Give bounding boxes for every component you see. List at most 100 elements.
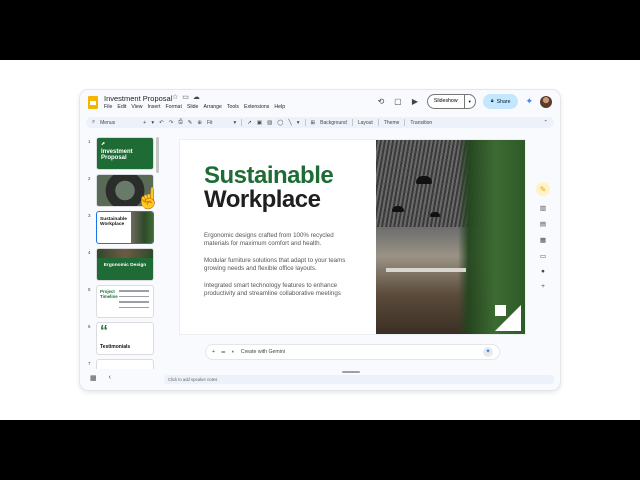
menu-edit[interactable]: Edit: [117, 104, 126, 110]
toolbar: ⌕ Menus + ▾ ↶ ↷ ⎙ ✎ ⊕ Fit ▾ ➚ ▣ ▨ ◯ ╲ ▾ …: [86, 117, 554, 128]
side-panel-icons: ✎ ▥ ▤ ▦ ▭ ● +: [536, 182, 550, 290]
background-button[interactable]: Background: [320, 120, 347, 126]
zoom-select[interactable]: Fit: [207, 120, 213, 126]
chevron-down-icon[interactable]: ▾: [465, 99, 475, 105]
comment-icon[interactable]: ▢: [393, 97, 403, 106]
menu-help[interactable]: Help: [274, 104, 285, 110]
gemini-input[interactable]: Create with Gemini: [241, 349, 285, 355]
print-icon[interactable]: ⎙: [178, 119, 182, 126]
hand-pointer-cursor-icon: ☝: [136, 188, 161, 210]
folder-move-icon[interactable]: ▭: [182, 93, 189, 101]
barcode-icon[interactable]: ▥: [540, 204, 546, 212]
office-photo[interactable]: [376, 140, 525, 334]
slide-number: 1: [88, 139, 91, 144]
gemini-brush-icon[interactable]: ✎: [536, 182, 550, 196]
tune-icon[interactable]: ⚌: [221, 349, 226, 355]
theme-button[interactable]: Theme: [384, 120, 400, 126]
document-title[interactable]: Investment Proposal: [104, 94, 172, 103]
zoom-dropdown-icon[interactable]: ▾: [234, 120, 237, 126]
thumb-title: Testimonials: [100, 344, 131, 350]
add-icon[interactable]: +: [541, 283, 545, 290]
layers-icon[interactable]: ▤: [540, 220, 546, 228]
image-icon[interactable]: ▨: [267, 120, 272, 126]
slide-canvas[interactable]: Sustainable Workplace Ergonomic designs …: [180, 140, 525, 334]
add-icon[interactable]: +: [143, 120, 146, 126]
slide-paragraph-3[interactable]: Integrated smart technology features to …: [204, 282, 354, 299]
comment-add-icon[interactable]: ⊞: [311, 120, 316, 126]
pendant-lamp: [430, 212, 440, 217]
notes-drag-handle[interactable]: [342, 371, 360, 373]
grid-view-icon[interactable]: ▦: [90, 374, 97, 382]
slide-number: 4: [88, 250, 91, 255]
redo-icon[interactable]: ↷: [169, 120, 174, 126]
send-icon[interactable]: ✦: [483, 347, 493, 357]
header-right-tools: ⟲ ▢ ▶ Slideshow ▾ 🔒︎ Share ✦: [376, 94, 552, 109]
gemini-sparkle-icon[interactable]: ✦: [525, 96, 533, 107]
folder-icon[interactable]: ▭: [540, 252, 546, 260]
palette-icon[interactable]: ◐: [232, 349, 235, 355]
video-meet-icon[interactable]: ▶: [410, 97, 420, 106]
transition-button[interactable]: Transition: [410, 120, 432, 126]
menu-tools[interactable]: Tools: [227, 104, 239, 110]
text-box-icon[interactable]: ▣: [257, 120, 262, 126]
menu-view[interactable]: View: [131, 104, 142, 110]
thumb-photo: [97, 249, 153, 258]
slide-thumbnail-3[interactable]: Sustainable Workplace: [96, 211, 154, 244]
edit-box-icon[interactable]: ▦: [540, 236, 546, 244]
slide-thumbnail-1[interactable]: ⬈ Investment Proposal: [96, 137, 154, 170]
slide-number: 6: [88, 324, 91, 329]
add-icon[interactable]: +: [212, 349, 215, 355]
slideshow-label[interactable]: Slideshow: [428, 95, 465, 108]
cloud-status-icon[interactable]: ☁: [193, 93, 200, 101]
layout-button[interactable]: Layout: [358, 120, 373, 126]
select-cursor-icon[interactable]: ➚: [247, 120, 252, 126]
new-slide-dropdown-icon[interactable]: ▾: [151, 120, 154, 126]
undo-icon[interactable]: ↶: [159, 120, 164, 126]
collapse-filmstrip-icon[interactable]: ‹: [109, 374, 111, 382]
lock-icon: 🔒︎: [490, 98, 494, 104]
paint-format-icon[interactable]: ✎: [188, 120, 193, 126]
divider: [351, 119, 353, 126]
slide-number: 3: [88, 213, 91, 218]
slide-number: 5: [88, 287, 91, 292]
slide-number: 7: [88, 361, 91, 366]
menus-search[interactable]: Menus: [100, 120, 115, 126]
line-dropdown-icon[interactable]: ▾: [297, 120, 300, 126]
share-button[interactable]: 🔒︎ Share: [482, 94, 519, 109]
collapse-toolbar-icon[interactable]: ⌃: [543, 120, 548, 126]
timeline-lines: [119, 290, 149, 312]
menu-arrange[interactable]: Arrange: [203, 104, 221, 110]
desk: [386, 268, 466, 272]
divider: [241, 119, 243, 126]
slide-paragraph-1[interactable]: Ergonomic designs crafted from 100% recy…: [204, 232, 354, 249]
bottom-left-controls: ▦ ‹: [90, 374, 111, 382]
gemini-prompt-bar[interactable]: + ⚌ ◐ Create with Gemini ✦: [205, 344, 500, 360]
slide-thumbnail-7[interactable]: [96, 359, 154, 369]
menu-slide[interactable]: Slide: [187, 104, 199, 110]
slide-title-line2[interactable]: Workplace: [204, 186, 321, 214]
slide-paragraph-2[interactable]: Modular furniture solutions that adapt t…: [204, 257, 354, 274]
slides-logo-icon[interactable]: [88, 96, 98, 109]
line-icon[interactable]: ╲: [288, 120, 291, 126]
history-icon[interactable]: ⟲: [376, 97, 386, 106]
speaker-notes[interactable]: Click to add speaker notes: [164, 375, 554, 384]
pendant-lamp: [392, 206, 404, 212]
star-icon[interactable]: ☆: [172, 93, 178, 101]
menu-insert[interactable]: Insert: [147, 104, 160, 110]
menu-extensions[interactable]: Extensions: [244, 104, 269, 110]
zoom-icon[interactable]: ⊕: [197, 120, 202, 126]
pendant-lamp: [416, 176, 432, 184]
filmstrip-scrollbar[interactable]: [156, 137, 159, 173]
menu-file[interactable]: File: [104, 104, 112, 110]
shape-icon[interactable]: ◯: [277, 120, 283, 126]
avatar[interactable]: [540, 95, 552, 108]
thumb-title: Sustainable Workplace: [100, 217, 127, 228]
slide-thumbnail-4[interactable]: Ergonomic Design: [96, 248, 154, 281]
location-icon[interactable]: ●: [541, 268, 545, 275]
divider: [304, 119, 306, 126]
slideshow-button[interactable]: Slideshow ▾: [426, 94, 476, 109]
menu-format[interactable]: Format: [165, 104, 181, 110]
search-icon[interactable]: ⌕: [92, 119, 95, 126]
slide-thumbnail-5[interactable]: Project Timeline: [96, 285, 154, 318]
slide-thumbnail-6[interactable]: “ Testimonials: [96, 322, 154, 355]
